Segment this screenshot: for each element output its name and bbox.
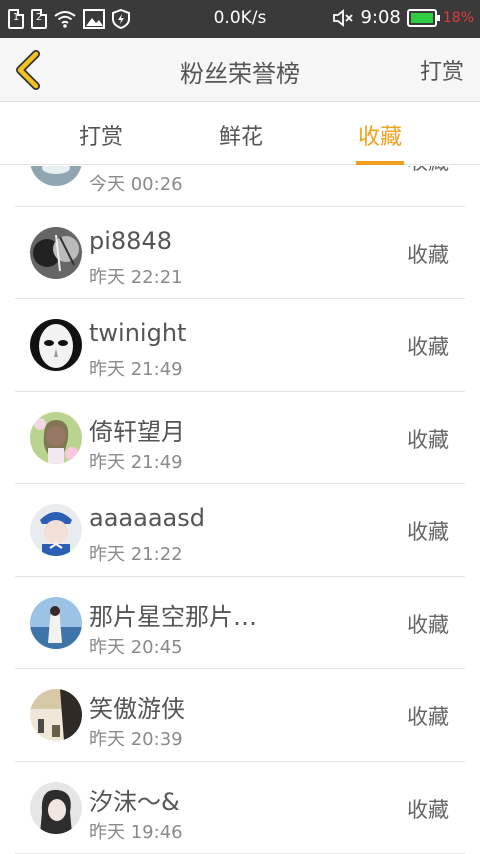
list-item[interactable]: 今天 00:26 收藏 [15, 166, 465, 207]
user-name: 那片星空那片… [89, 602, 257, 631]
tab-flowers-label: 鲜花 [218, 125, 263, 150]
user-name: 倚轩望月 [89, 417, 185, 446]
favorite-action-label: 收藏 [407, 797, 449, 822]
reward-button[interactable]: 打赏 [420, 54, 464, 86]
status-bar: 1 2 0.0K/s 9:08 18% [0, 0, 480, 38]
list-item[interactable]: 汐沫～& 昨天 19:46 收藏 [15, 762, 465, 854]
timestamp: 昨天 22:21 [89, 266, 183, 288]
favorite-action-label: 收藏 [407, 520, 449, 544]
list-item[interactable]: 倚轩望月 昨天 21:49 收藏 [15, 392, 465, 484]
page-title: 粉丝荣誉榜 [180, 60, 300, 88]
tab-reward[interactable]: 打赏 [76, 119, 126, 165]
tab-bar: 打赏 鲜花 收藏 [0, 103, 480, 165]
user-name: twinight [89, 319, 187, 347]
avatar [30, 411, 82, 464]
tab-favorites[interactable]: 收藏 [356, 119, 404, 165]
tab-flowers[interactable]: 鲜花 [216, 119, 266, 165]
list-item[interactable]: 笑傲游侠 昨天 20:39 收藏 [15, 669, 465, 762]
list-item[interactable]: aaaaaasd 昨天 21:22 收藏 [15, 484, 465, 577]
timestamp: 昨天 21:22 [89, 544, 183, 565]
user-name: 笑傲游侠 [89, 695, 185, 723]
user-name: aaaaaasd [89, 504, 205, 532]
timestamp: 昨天 20:45 [89, 636, 183, 658]
favorite-action-label: 收藏 [407, 166, 449, 176]
battery-percent: 18% [442, 9, 474, 26]
avatar [30, 226, 82, 279]
timestamp: 昨天 19:46 [89, 821, 183, 843]
favorite-action-label: 收藏 [407, 242, 449, 267]
favorite-action-label: 收藏 [407, 612, 449, 637]
favorite-action-label: 收藏 [407, 335, 449, 359]
user-name: pi8848 [89, 226, 172, 255]
avatar [30, 689, 82, 741]
fan-list-content: 今天 00:26 收藏 pi8848 昨天 22:21 收藏 twinight … [0, 166, 480, 854]
avatar [30, 166, 82, 186]
battery-icon [406, 8, 440, 27]
timestamp: 今天 00:26 [89, 174, 183, 195]
avatar [30, 504, 82, 556]
list-item[interactable]: pi8848 昨天 22:21 收藏 [15, 207, 465, 299]
timestamp: 昨天 21:49 [89, 451, 183, 473]
timestamp: 昨天 20:39 [89, 729, 183, 750]
timestamp: 昨天 21:49 [89, 359, 183, 380]
list-item[interactable]: twinight 昨天 21:49 收藏 [15, 299, 465, 392]
list-item[interactable]: 那片星空那片… 昨天 20:45 收藏 [15, 577, 465, 669]
user-name: 汐沫～& [89, 787, 180, 816]
tab-reward-label: 打赏 [78, 125, 123, 150]
avatar [30, 319, 82, 371]
clock: 9:08 [360, 7, 401, 28]
favorite-action-label: 收藏 [407, 427, 449, 452]
fan-list[interactable]: 今天 00:26 收藏 pi8848 昨天 22:21 收藏 twinight … [0, 166, 480, 854]
tab-favorites-label: 收藏 [357, 125, 402, 150]
avatar [30, 596, 82, 649]
status-icons-right: 9:08 18% [332, 7, 474, 28]
mute-icon [333, 8, 354, 27]
favorite-action-label: 收藏 [407, 705, 449, 729]
app-header: 粉丝荣誉榜 打赏 [0, 38, 480, 102]
active-tab-indicator [356, 161, 404, 165]
avatar [30, 781, 82, 834]
